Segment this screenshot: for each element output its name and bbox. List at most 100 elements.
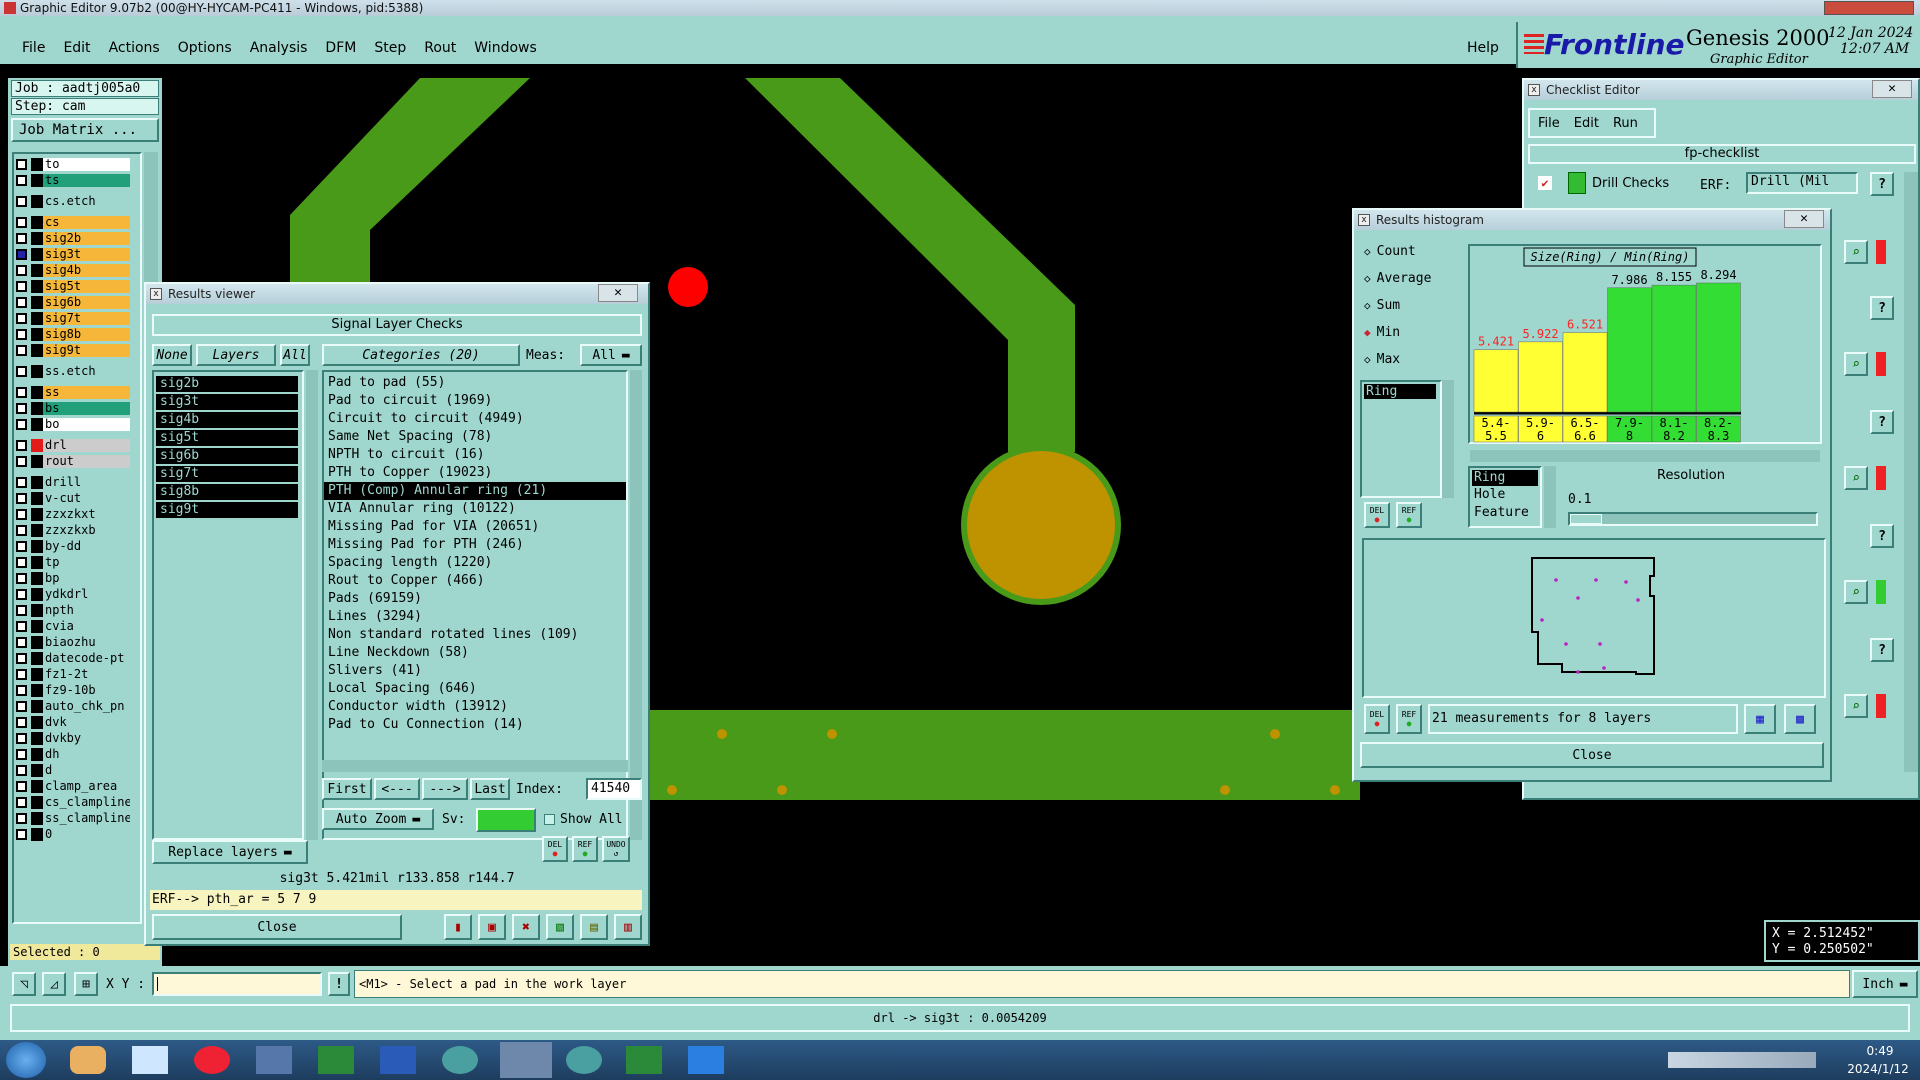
- tool-icon-1[interactable]: ▮: [444, 914, 472, 940]
- layer-checkbox[interactable]: [16, 297, 27, 308]
- layer-name[interactable]: fz1-2t: [43, 668, 130, 681]
- layer-row[interactable]: npth: [12, 604, 130, 617]
- layer-name[interactable]: clamp_area: [43, 780, 130, 793]
- chart-hscrollbar[interactable]: [1470, 450, 1820, 462]
- layer-name[interactable]: bp: [43, 572, 130, 585]
- next-button[interactable]: --->: [422, 778, 468, 800]
- category-item[interactable]: Lines (3294): [324, 608, 626, 626]
- layer-affected-indicator[interactable]: [31, 296, 43, 309]
- layer-name[interactable]: dvk: [43, 716, 130, 729]
- results-layer-item[interactable]: sig7t: [156, 466, 298, 482]
- checklist-menu-edit[interactable]: Edit: [1574, 116, 1599, 131]
- layer-row[interactable]: datecode-pt: [12, 652, 130, 665]
- checklist-scrollbar[interactable]: [1904, 172, 1918, 772]
- layer-name[interactable]: drill: [43, 476, 130, 489]
- layer-checkbox[interactable]: [16, 175, 27, 186]
- layer-row[interactable]: by-dd: [12, 540, 130, 553]
- layer-affected-indicator[interactable]: [31, 264, 43, 277]
- layer-checkbox[interactable]: [16, 313, 27, 324]
- layer-affected-indicator[interactable]: [31, 588, 43, 601]
- first-button[interactable]: First: [322, 778, 372, 800]
- layer-name[interactable]: sig9t: [43, 344, 130, 357]
- layer-name[interactable]: auto_chk_pn: [43, 700, 130, 713]
- layer-row[interactable]: sig4b: [12, 264, 130, 277]
- layer-row[interactable]: ss.etch: [12, 365, 130, 378]
- menu-windows[interactable]: Windows: [474, 40, 537, 56]
- category-item[interactable]: Pad to Cu Connection (14): [324, 716, 626, 734]
- layer-checkbox[interactable]: [16, 573, 27, 584]
- category-item[interactable]: Rout to Copper (466): [324, 572, 626, 590]
- layer-affected-indicator[interactable]: [31, 524, 43, 537]
- category-item[interactable]: NPTH to circuit (16): [324, 446, 626, 464]
- layer-affected-indicator[interactable]: [31, 280, 43, 293]
- layer-affected-indicator[interactable]: [31, 780, 43, 793]
- layer-row[interactable]: tp: [12, 556, 130, 569]
- layer-checkbox[interactable]: [16, 345, 27, 356]
- menu-actions[interactable]: Actions: [109, 40, 160, 56]
- layer-name[interactable]: dh: [43, 748, 130, 761]
- category-item[interactable]: Pad to circuit (1969): [324, 392, 626, 410]
- layer-affected-indicator[interactable]: [31, 455, 43, 468]
- layer-affected-indicator[interactable]: [31, 439, 43, 452]
- results-layer-item[interactable]: sig2b: [156, 376, 298, 392]
- start-button[interactable]: [6, 1042, 46, 1078]
- del-button[interactable]: DEL ●: [1364, 502, 1390, 528]
- layer-checkbox[interactable]: [16, 329, 27, 340]
- by-list[interactable]: Ring Hole Feature: [1468, 466, 1542, 528]
- layer-row[interactable]: drl: [12, 439, 130, 452]
- layer-row[interactable]: to: [12, 158, 130, 171]
- layer-name[interactable]: 0: [43, 828, 130, 841]
- help-button[interactable]: ?: [1870, 410, 1894, 434]
- close-icon[interactable]: ✕: [598, 284, 638, 302]
- by-list-item-hole[interactable]: Hole: [1472, 486, 1538, 504]
- layer-affected-indicator[interactable]: [31, 365, 43, 378]
- help-button[interactable]: ?: [1870, 172, 1894, 196]
- category-item[interactable]: VIA Annular ring (10122): [324, 500, 626, 518]
- layer-checkbox[interactable]: [16, 477, 27, 488]
- layer-row[interactable]: cs: [12, 216, 130, 229]
- layer-row[interactable]: sig7t: [12, 312, 130, 325]
- layer-name[interactable]: v-cut: [43, 492, 130, 505]
- units-dropdown[interactable]: Inch ▬: [1852, 970, 1918, 998]
- layer-checkbox[interactable]: [16, 509, 27, 520]
- zoom-icon[interactable]: ⌕: [1844, 352, 1868, 376]
- results-layer-list[interactable]: sig2b sig3t sig4b sig5t sig6b sig7t sig8b sig9t: [152, 370, 304, 840]
- layer-checkbox[interactable]: [16, 701, 27, 712]
- mode-count[interactable]: ◇ Count: [1364, 244, 1416, 259]
- layer-name[interactable]: ts: [43, 174, 130, 187]
- layer-name[interactable]: fz9-10b: [43, 684, 130, 697]
- layer-row[interactable]: auto_chk_pn: [12, 700, 130, 713]
- measure-list-item[interactable]: Ring: [1364, 384, 1436, 399]
- layer-row[interactable]: bp: [12, 572, 130, 585]
- layer-row[interactable]: zzxzkxt: [12, 508, 130, 521]
- layer-checkbox[interactable]: [16, 589, 27, 600]
- results-layer-item[interactable]: sig5t: [156, 430, 298, 446]
- layer-affected-indicator[interactable]: [31, 572, 43, 585]
- taskbar-app-2[interactable]: [132, 1046, 168, 1074]
- zoom-icon[interactable]: ⌕: [1844, 240, 1868, 264]
- layer-name[interactable]: to: [43, 158, 130, 171]
- layer-name[interactable]: ss_clampline: [43, 812, 130, 825]
- taskbar-app-7[interactable]: [442, 1046, 478, 1074]
- checklist-menu-run[interactable]: Run: [1613, 116, 1638, 131]
- layer-checkbox[interactable]: [16, 265, 27, 276]
- layer-checkbox[interactable]: [16, 366, 27, 377]
- category-item[interactable]: Local Spacing (646): [324, 680, 626, 698]
- layer-row[interactable]: ss_clampline: [12, 812, 130, 825]
- layer-checkbox[interactable]: [16, 797, 27, 808]
- layer-affected-indicator[interactable]: [31, 652, 43, 665]
- layer-row[interactable]: dh: [12, 748, 130, 761]
- layer-row[interactable]: sig6b: [12, 296, 130, 309]
- layer-affected-indicator[interactable]: [31, 158, 43, 171]
- category-item[interactable]: Conductor width (13912): [324, 698, 626, 716]
- layer-checkbox[interactable]: [16, 637, 27, 648]
- layer-name[interactable]: sig6b: [43, 296, 130, 309]
- del-button[interactable]: DEL ●: [1364, 704, 1390, 734]
- layer-affected-indicator[interactable]: [31, 796, 43, 809]
- mode-average[interactable]: ◇ Average: [1364, 271, 1431, 286]
- results-layer-item[interactable]: sig9t: [156, 502, 298, 518]
- categories-hscrollbar[interactable]: [322, 760, 628, 772]
- menu-edit[interactable]: Edit: [63, 40, 90, 56]
- tool-icon-5[interactable]: ▤: [580, 914, 608, 940]
- layer-row[interactable]: zzxzkxb: [12, 524, 130, 537]
